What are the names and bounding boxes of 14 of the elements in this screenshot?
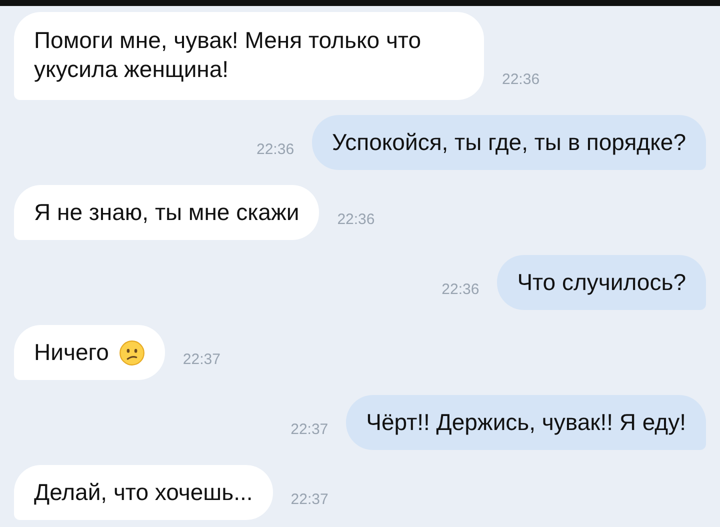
message-text: Делай, что хочешь... <box>34 478 253 507</box>
message-time: 22:36 <box>256 141 294 160</box>
message-time: 22:36 <box>442 281 480 300</box>
message-text: Помоги мне, чувак! Меня только что укусила женщина! <box>34 26 422 84</box>
message-time: 22:36 <box>502 71 540 90</box>
message-text: Успокойся, ты где, ты в порядке? <box>332 128 686 157</box>
message-text: Ничего <box>34 338 109 367</box>
message-text: Чёрт!! Держись, чувак!! Я еду! <box>366 408 686 437</box>
message-time: 22:37 <box>290 421 328 440</box>
message-time: 22:36 <box>337 211 375 230</box>
message-time: 22:37 <box>290 491 328 510</box>
message-text: Я не знаю, ты мне скажи <box>34 198 300 227</box>
message-time: 22:37 <box>182 351 220 370</box>
message-text: Что случилось? <box>517 268 686 297</box>
